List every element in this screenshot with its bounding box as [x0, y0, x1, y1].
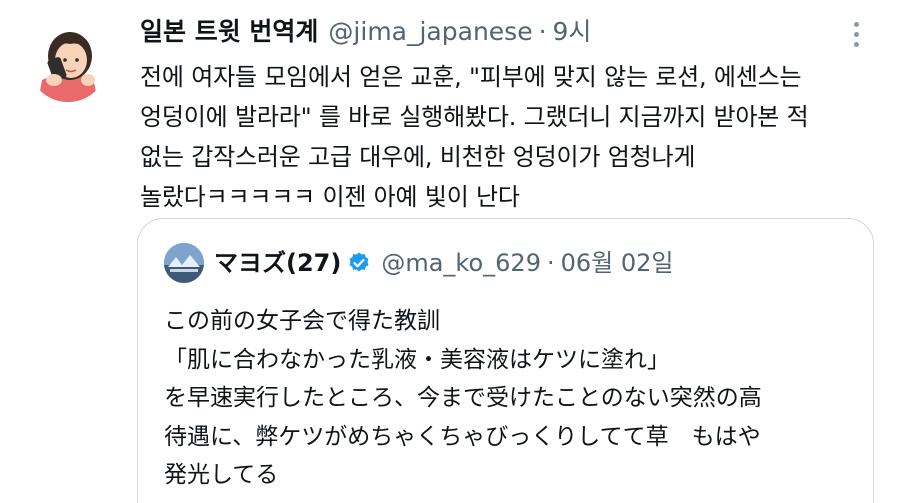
quoted-author-name: マヨズ(27)	[214, 249, 342, 277]
author-avatar[interactable]	[28, 22, 108, 102]
tweet-text-line: 놀랐다ㅋㅋㅋㅋㅋ 이젠 아예 빛이 난다	[140, 183, 520, 211]
more-options-icon[interactable]	[842, 18, 870, 50]
quoted-tweet-header: マヨズ(27) @ma_ko_629 · 06월 02일	[164, 243, 673, 283]
quoted-text-line: 待遇に、弊ケツがめちゃくちゃびっくりしてて草 もはや	[164, 423, 761, 450]
verified-badge-icon	[349, 252, 369, 272]
quoted-text-line: この前の女子会で得た教訓	[164, 308, 440, 334]
tweet: 일본 트윗 번역계 @jima_japanese · 9시 전에 여자들 모임에…	[0, 0, 900, 503]
quoted-author-handle: @ma_ko_629	[381, 249, 541, 277]
quoted-text-line: を早速実行したところ、今まで受けたことのない突然の高	[164, 385, 762, 411]
tweet-text: 전에 여자들 모임에서 얻은 교훈, "피부에 맞지 않는 로션, 에센스는 엉…	[140, 57, 880, 217]
tweet-timestamp[interactable]: 9시	[553, 14, 592, 50]
tweet-header: 일본 트윗 번역계 @jima_japanese · 9시	[140, 14, 591, 50]
tweet-text-line: 엉덩이에 발라라" 를 바로 실행해봤다. 그랬더니 지금까지 받아본 적	[140, 103, 809, 131]
quoted-text-line: 「肌に合わなかった乳液・美容液はケツに塗れ」	[164, 346, 670, 373]
tweet-text-line: 없는 갑작스러운 고급 대우에, 비천한 엉덩이가 엄청나게	[140, 143, 696, 171]
quoted-text-line: 発光してる	[164, 462, 279, 488]
quoted-tweet-card[interactable]: マヨズ(27) @ma_ko_629 · 06월 02일 この前の女子会で得た教…	[137, 218, 874, 503]
header-separator: ·	[538, 17, 547, 46]
quoted-author-avatar	[164, 243, 204, 283]
quoted-tweet-text: この前の女子会で得た教訓 「肌に合わなかった乳液・美容液はケツに塗れ」 を早速実…	[164, 302, 854, 495]
tweet-text-line: 전에 여자들 모임에서 얻은 교훈, "피부에 맞지 않는 로션, 에센스는	[140, 63, 802, 91]
quoted-header-separator: ·	[546, 249, 555, 277]
author-handle[interactable]: @jima_japanese	[328, 14, 532, 50]
avatar-illustration	[28, 22, 108, 102]
author-name[interactable]: 일본 트윗 번역계	[140, 14, 318, 50]
quoted-tweet-date: 06월 02일	[560, 249, 674, 277]
